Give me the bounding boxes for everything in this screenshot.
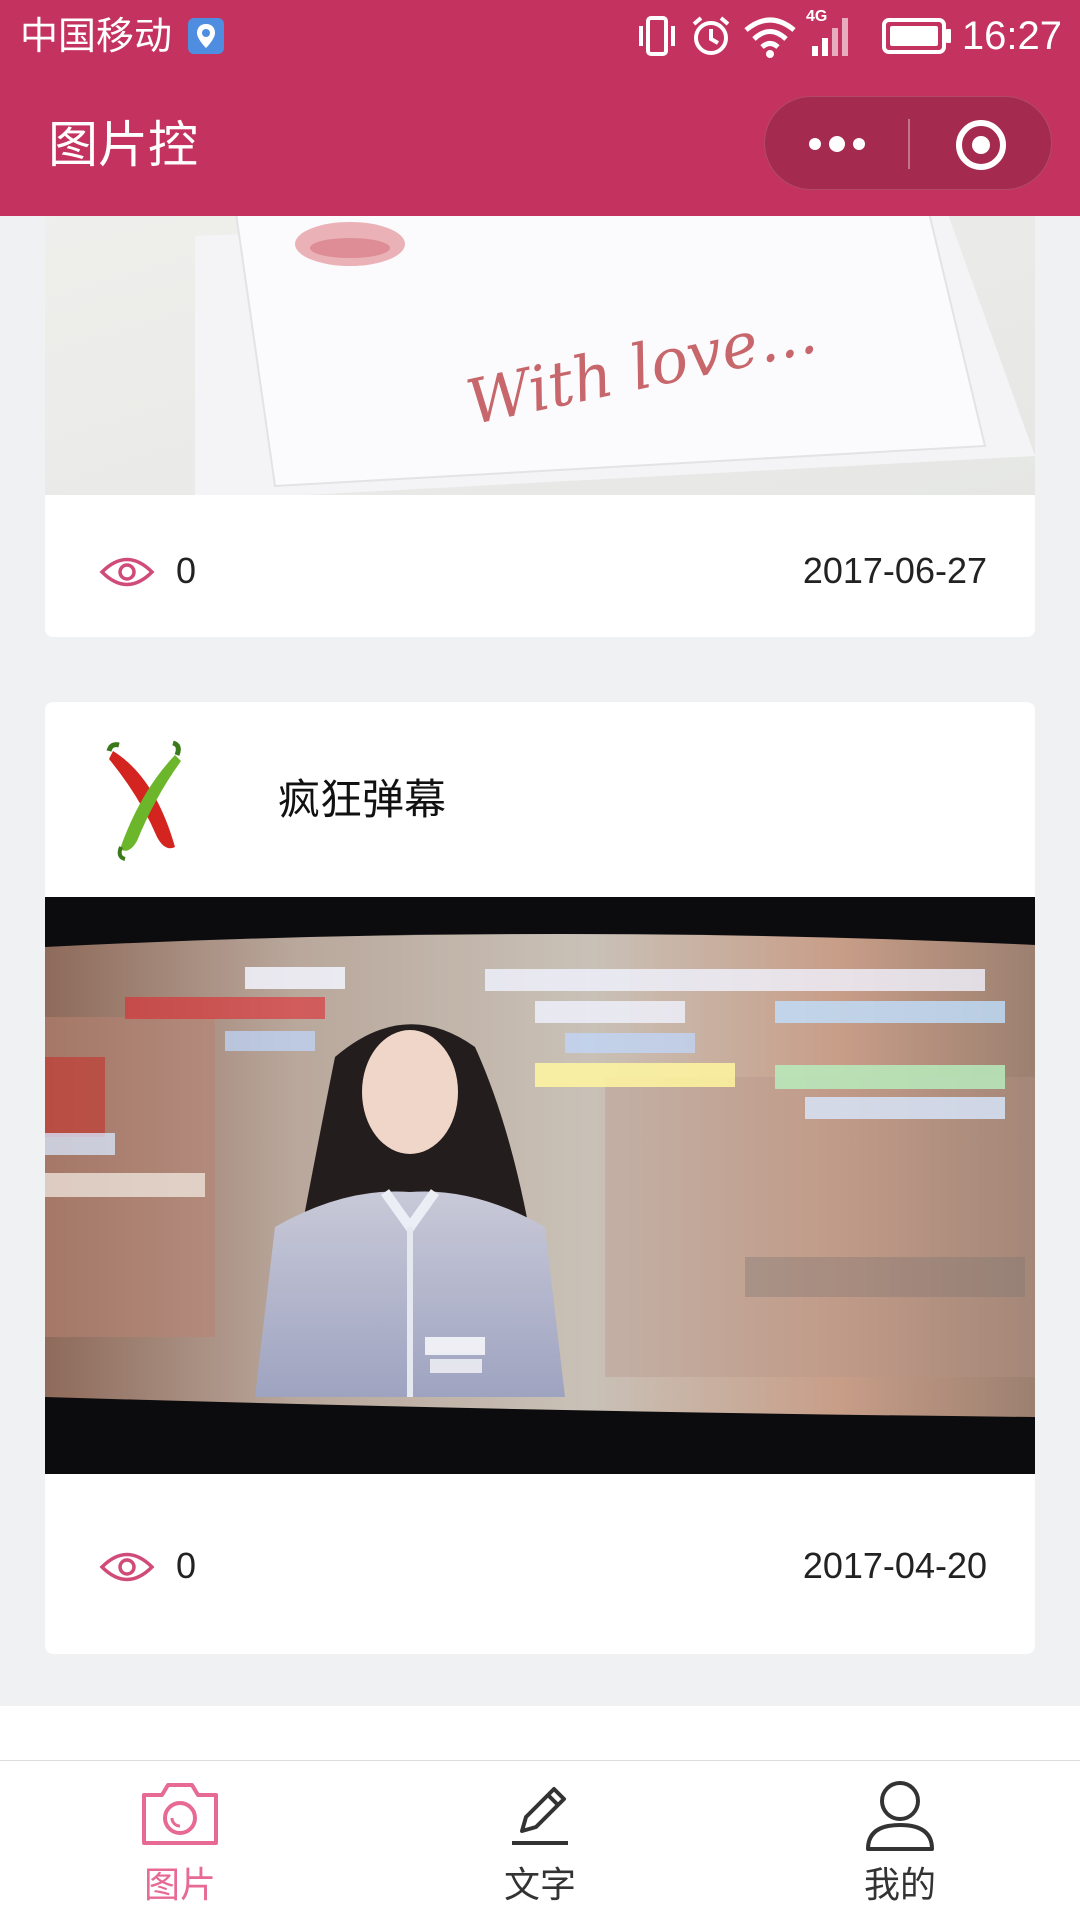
location-icon bbox=[188, 18, 224, 54]
battery-icon bbox=[882, 18, 951, 54]
post-image[interactable] bbox=[45, 897, 1035, 1474]
more-button[interactable] bbox=[765, 97, 908, 191]
pencil-icon bbox=[512, 1787, 568, 1845]
post-header[interactable]: 疯狂弹幕 bbox=[45, 702, 1035, 897]
tab-pictures[interactable]: 图片 bbox=[0, 1761, 360, 1921]
tab-mine[interactable]: 我的 bbox=[720, 1761, 1080, 1921]
view-count: 0 bbox=[176, 1545, 197, 1586]
view-count: 0 bbox=[176, 550, 197, 591]
post-image[interactable]: With love... bbox=[45, 216, 1035, 495]
person-icon bbox=[866, 1781, 934, 1851]
target-icon bbox=[956, 120, 1006, 170]
wifi-icon bbox=[744, 17, 796, 58]
tab-label: 文字 bbox=[503, 1865, 576, 1906]
eye-icon bbox=[99, 1552, 155, 1582]
more-dots-icon bbox=[809, 136, 865, 152]
feed-bottom-strip bbox=[0, 1706, 1080, 1760]
signal-icon: 4G bbox=[806, 8, 856, 58]
carrier-name: 中国移动 bbox=[20, 14, 173, 58]
alarm-icon bbox=[692, 16, 730, 55]
status-bar: 中国移动 4G 16:27 bbox=[0, 0, 1080, 72]
close-mini-program-button[interactable] bbox=[910, 97, 1053, 191]
tab-bar: 图片 文字 我的 bbox=[0, 1760, 1080, 1921]
post-footer: 0 2017-04-20 bbox=[45, 1490, 1035, 1652]
feed[interactable]: With love... 0 2017-06-27 疯狂弹幕 0 2017-04… bbox=[0, 216, 1080, 1706]
camera-icon bbox=[142, 1783, 218, 1845]
tab-text[interactable]: 文字 bbox=[360, 1761, 720, 1921]
post-date: 2017-04-20 bbox=[802, 1545, 987, 1586]
post-date: 2017-06-27 bbox=[802, 550, 987, 591]
tab-label: 我的 bbox=[863, 1865, 936, 1906]
post-card[interactable]: 疯狂弹幕 0 2017-04-20 bbox=[45, 702, 1035, 1654]
vibrate-icon bbox=[639, 16, 675, 56]
chili-pepper-avatar bbox=[106, 740, 181, 861]
post-card[interactable]: With love... 0 2017-06-27 bbox=[45, 216, 1035, 637]
post-title[interactable]: 疯狂弹幕 bbox=[278, 770, 446, 830]
eye-icon bbox=[99, 557, 155, 587]
nav-bar: 图片控 bbox=[0, 72, 1080, 216]
page-title: 图片控 bbox=[48, 116, 198, 174]
tab-label: 图片 bbox=[143, 1865, 216, 1906]
clock: 16:27 bbox=[961, 14, 1062, 58]
post-footer: 0 2017-06-27 bbox=[45, 495, 1035, 637]
mini-program-capsule bbox=[764, 96, 1052, 190]
danmaku-photo bbox=[45, 897, 1035, 1474]
